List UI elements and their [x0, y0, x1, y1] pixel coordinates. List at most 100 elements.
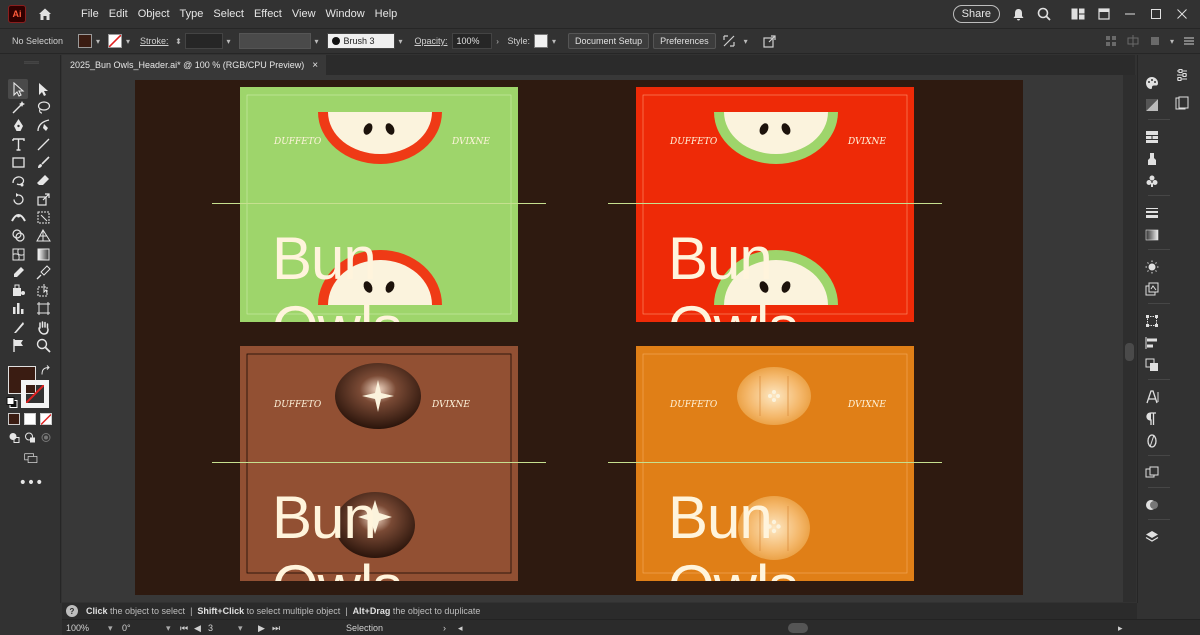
graphic-style-swatch[interactable]: [534, 34, 549, 48]
guide-line-bottom-left[interactable]: [212, 462, 546, 463]
layers-panel-icon[interactable]: [1142, 527, 1162, 547]
eyedropper-tool-icon[interactable]: [8, 262, 28, 282]
artboard-brown[interactable]: DUFFETO DVIXNE Bun Owls: [240, 346, 518, 581]
paragraph-panel-icon[interactable]: [1142, 409, 1162, 429]
distribute-icon[interactable]: [1147, 33, 1163, 49]
artboard-tool-icon[interactable]: [33, 298, 53, 318]
minimize-icon[interactable]: [1122, 6, 1138, 22]
menu-edit[interactable]: Edit: [104, 0, 133, 28]
type-tool-icon[interactable]: [8, 134, 28, 154]
color-guide-panel-icon[interactable]: [1142, 95, 1162, 115]
color-mode-icon[interactable]: [8, 413, 20, 425]
paintbrush-tool-icon[interactable]: [33, 152, 53, 172]
pathfinder-panel-icon[interactable]: [1142, 355, 1162, 375]
arrange-documents-icon[interactable]: [1070, 6, 1086, 22]
lasso-tool-icon[interactable]: [33, 97, 53, 117]
search-icon[interactable]: [1036, 6, 1052, 22]
print-tiling-tool-icon[interactable]: [8, 335, 28, 355]
next-artboard-icon[interactable]: ▶: [258, 622, 265, 634]
brushes-panel-icon[interactable]: [1142, 149, 1162, 169]
gradient-tool-icon[interactable]: [33, 244, 53, 264]
zoom-level[interactable]: 100%: [66, 622, 110, 634]
stroke-swatch[interactable]: [108, 34, 122, 48]
gradient-mode-icon[interactable]: [24, 413, 36, 425]
canvas-area[interactable]: [62, 75, 1123, 602]
scroll-left-icon[interactable]: ◂: [458, 622, 463, 634]
zoom-tool-icon[interactable]: [33, 335, 53, 355]
slice-tool-icon[interactable]: [8, 317, 28, 337]
draw-inside-icon[interactable]: [40, 431, 52, 443]
stroke-label[interactable]: Stroke:: [140, 36, 169, 46]
opacity-label[interactable]: Opacity:: [415, 36, 448, 46]
align-panel-icon[interactable]: [1142, 333, 1162, 353]
brush-definition[interactable]: Brush 3: [326, 33, 395, 49]
align-to-icon[interactable]: [1125, 33, 1141, 49]
export-icon[interactable]: [762, 33, 778, 49]
character-panel-icon[interactable]: [1142, 387, 1162, 407]
restore-window-icon[interactable]: [1096, 6, 1112, 22]
hand-tool-icon[interactable]: [33, 317, 53, 337]
color-panel-icon[interactable]: [1142, 73, 1162, 93]
transparency-panel-icon[interactable]: [1142, 495, 1162, 515]
zoom-dropdown-icon[interactable]: ▾: [108, 622, 113, 634]
last-artboard-icon[interactable]: ⏭: [272, 622, 280, 634]
style-dropdown-icon[interactable]: ▾: [548, 34, 560, 48]
status-mode-arrow-icon[interactable]: ›: [443, 622, 446, 634]
rotate-tool-icon[interactable]: [8, 189, 28, 209]
rectangle-tool-icon[interactable]: [8, 152, 28, 172]
vertical-scroll-thumb[interactable]: [1125, 343, 1134, 361]
horizontal-scroll-thumb[interactable]: [788, 623, 808, 633]
variable-width-profile[interactable]: [238, 33, 311, 49]
appearance-panel-icon[interactable]: [1142, 257, 1162, 277]
libraries-panel-icon[interactable]: [1172, 93, 1192, 113]
curvature-tool-icon[interactable]: [33, 115, 53, 135]
default-fill-stroke-icon[interactable]: [6, 396, 18, 408]
gradient-panel-icon[interactable]: [1142, 225, 1162, 245]
mesh-tool-icon[interactable]: [8, 244, 28, 264]
direct-selection-tool-icon[interactable]: [33, 79, 53, 99]
menu-type[interactable]: Type: [175, 0, 209, 28]
fill-dropdown-icon[interactable]: ▾: [92, 34, 104, 48]
menu-object[interactable]: Object: [133, 0, 175, 28]
transform-panel-icon[interactable]: [1142, 311, 1162, 331]
pen-tool-icon[interactable]: [8, 115, 28, 135]
align-grid-icon[interactable]: [1103, 33, 1119, 49]
panel-menu-icon[interactable]: [1181, 33, 1197, 49]
opacity-input[interactable]: 100%: [451, 33, 492, 49]
guide-line-top-left[interactable]: [212, 203, 546, 204]
profile-dropdown-icon[interactable]: ▾: [311, 34, 323, 48]
vertical-scrollbar[interactable]: [1123, 75, 1136, 602]
help-icon[interactable]: ?: [66, 605, 78, 617]
scroll-right-icon[interactable]: ▸: [1118, 622, 1123, 634]
fill-swatch[interactable]: [78, 34, 92, 48]
none-mode-icon[interactable]: [40, 413, 52, 425]
document-tab[interactable]: 2025_Bun Owls_Header.ai* @ 100 % (RGB/CP…: [62, 55, 327, 75]
image-trace-panel-icon[interactable]: [1142, 279, 1162, 299]
stroke-stepper-icon[interactable]: ⬍: [173, 34, 185, 48]
maximize-icon[interactable]: [1148, 6, 1164, 22]
shape-builder-tool-icon[interactable]: [8, 225, 28, 245]
links-panel-icon[interactable]: [1142, 463, 1162, 483]
draw-normal-icon[interactable]: [8, 431, 20, 443]
menu-file[interactable]: File: [76, 0, 104, 28]
menu-effect[interactable]: Effect: [249, 0, 287, 28]
first-artboard-icon[interactable]: ⏮: [180, 622, 188, 634]
symbols-panel-icon[interactable]: [1142, 171, 1162, 191]
close-tab-icon[interactable]: ×: [312, 60, 318, 71]
column-graph-tool-icon[interactable]: [8, 298, 28, 318]
scale-tool-icon[interactable]: [33, 189, 53, 209]
opacity-dropdown-icon[interactable]: ›: [492, 34, 504, 48]
magic-wand-tool-icon[interactable]: [8, 97, 28, 117]
properties-panel-icon[interactable]: [1172, 65, 1192, 85]
artboard-dropdown-icon[interactable]: ▾: [238, 622, 243, 634]
toolbar-grip-icon[interactable]: [20, 59, 42, 65]
artboard-green[interactable]: DUFFETO DVIXNE Bun Owls: [240, 87, 518, 322]
live-paint-selection-icon[interactable]: [33, 280, 53, 300]
stroke-color-swatch[interactable]: [21, 380, 49, 408]
eraser-tool-icon[interactable]: [33, 170, 53, 190]
share-button[interactable]: Share: [952, 5, 1000, 23]
transform-dropdown-icon[interactable]: ▾: [740, 34, 752, 48]
artboard-number[interactable]: 3: [208, 622, 238, 634]
bell-icon[interactable]: [1010, 6, 1026, 22]
rotation-value[interactable]: 0°: [122, 622, 168, 634]
